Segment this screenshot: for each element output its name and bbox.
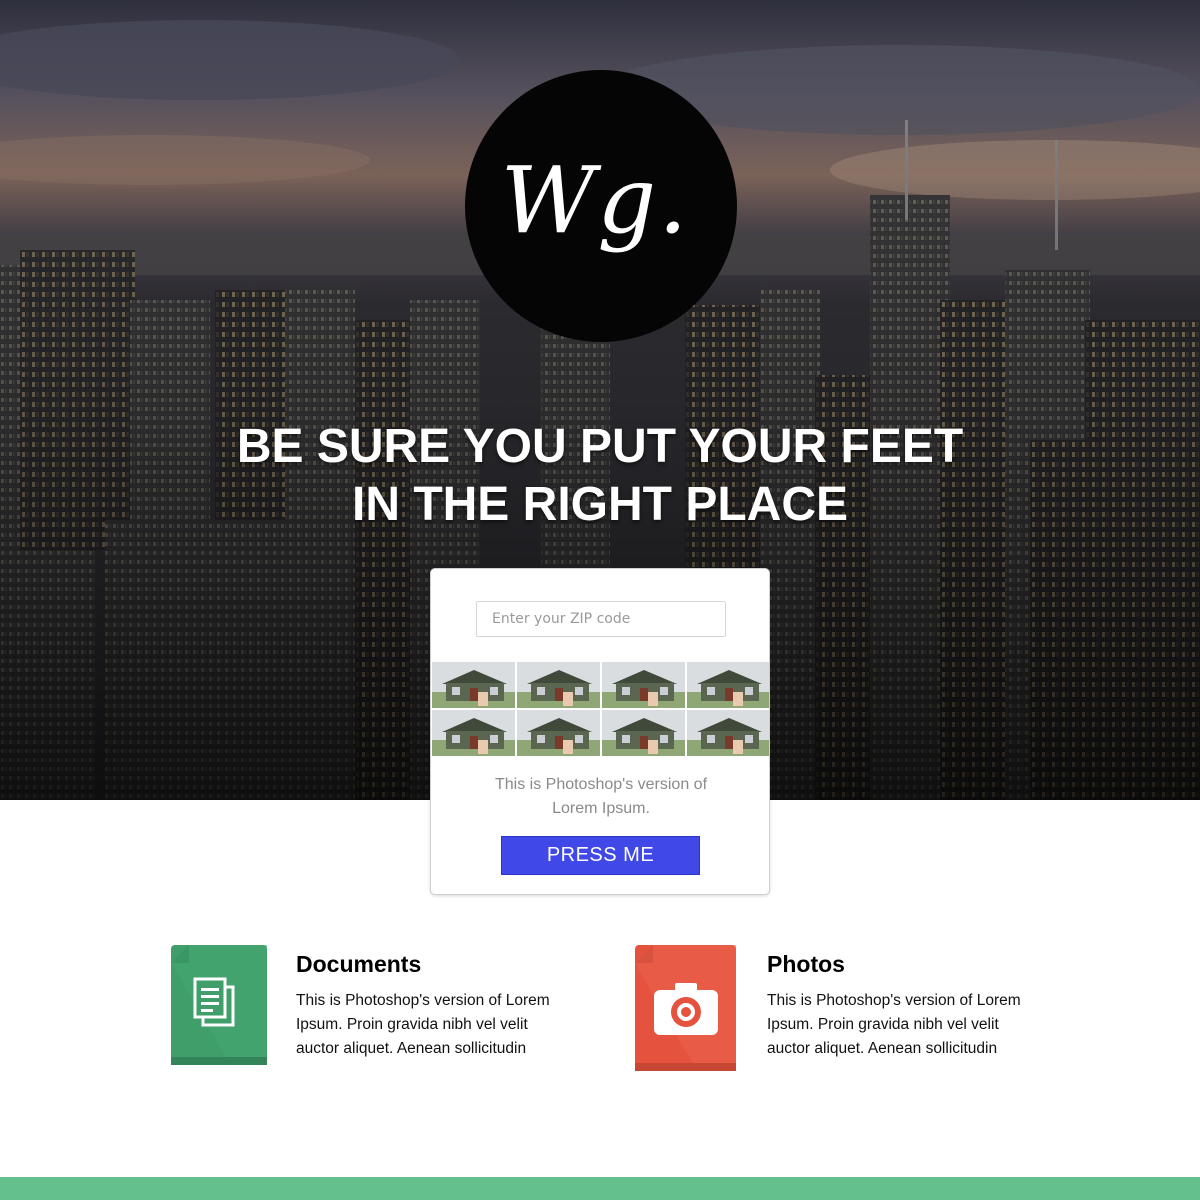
house-thumbnail-grid (431, 661, 769, 757)
brand-logo[interactable]: Wg. (465, 70, 737, 342)
feature-description: This is Photoshop's version of Lorem Ips… (767, 989, 1047, 1061)
card-text-line-2: Lorem Ipsum. (552, 800, 650, 817)
house-thumbnail[interactable] (686, 661, 769, 709)
camera-icon[interactable] (635, 945, 736, 1073)
feature-desc-line-1: This is Photoshop's version of Lorem (767, 992, 1021, 1009)
footer-bar (0, 1177, 1200, 1200)
headline-line-2: IN THE RIGHT PLACE (351, 478, 848, 531)
press-me-button[interactable]: PRESS ME (501, 836, 700, 875)
feature-desc-line-2: Ipsum. Proin gravida nibh vel velit (767, 1016, 999, 1033)
feature-desc-line-2: Ipsum. Proin gravida nibh vel velit (296, 1016, 528, 1033)
feature-description: This is Photoshop's version of Lorem Ips… (296, 989, 576, 1061)
headline-line-1: BE SURE YOU PUT YOUR FEET (236, 420, 964, 473)
feature-desc-line-1: This is Photoshop's version of Lorem (296, 992, 550, 1009)
zip-code-input[interactable] (476, 601, 726, 637)
feature-desc-line-3: auctor aliquet. Aenean sollicitudin (296, 1040, 527, 1057)
logo-text: Wg. (500, 146, 690, 254)
house-thumbnail[interactable] (516, 661, 601, 709)
feature-title: Photos (767, 951, 845, 977)
card-description: This is Photoshop's version of Lorem Ips… (471, 773, 731, 821)
document-icon[interactable] (171, 945, 267, 1067)
house-thumbnail[interactable] (431, 661, 516, 709)
zip-card: This is Photoshop's version of Lorem Ips… (430, 568, 770, 895)
house-thumbnail[interactable] (601, 661, 686, 709)
hero-headline: BE SURE YOU PUT YOUR FEET IN THE RIGHT P… (100, 418, 1100, 534)
house-thumbnail[interactable] (516, 709, 601, 757)
feature-desc-line-3: auctor aliquet. Aenean sollicitudin (767, 1040, 998, 1057)
house-thumbnail[interactable] (431, 709, 516, 757)
feature-title: Documents (296, 951, 422, 977)
house-thumbnail[interactable] (686, 709, 769, 757)
house-thumbnail[interactable] (601, 709, 686, 757)
card-text-line-1: This is Photoshop's version of (494, 776, 708, 793)
